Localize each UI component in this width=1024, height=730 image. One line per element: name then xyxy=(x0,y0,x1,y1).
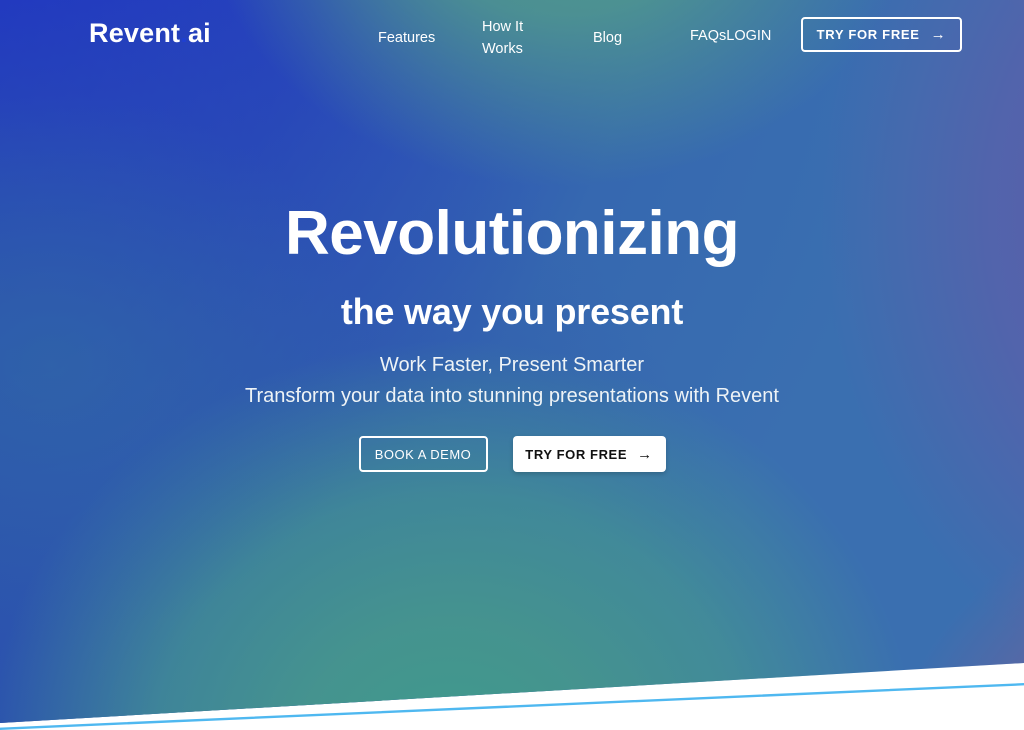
brand-name: Revent xyxy=(89,18,181,48)
nav-link-how-it-works[interactable]: How It Works xyxy=(482,16,530,60)
arrow-right-icon: → xyxy=(930,26,947,43)
hero-headline: Revolutionizing xyxy=(284,199,740,268)
hero-try-for-free-label: TRY FOR FREE xyxy=(525,446,628,462)
brand-logo[interactable]: Revent.ai xyxy=(89,18,211,49)
nav-secondary-links: FAQs LOGIN xyxy=(690,27,771,45)
nav-link-features[interactable]: Features xyxy=(378,27,435,49)
hero-subheadline: the way you present xyxy=(340,291,684,332)
top-navigation-bar: Revent.ai Features How It Works Blog FAQ… xyxy=(0,0,1024,68)
arrow-right-icon: → xyxy=(637,445,653,463)
brand-dot: . xyxy=(180,18,188,48)
book-a-demo-button[interactable]: BOOK A DEMO xyxy=(358,436,488,472)
nav-link-faqs[interactable]: FAQs xyxy=(690,27,726,45)
nav-link-login[interactable]: LOGIN xyxy=(726,27,771,45)
hero-lead-line-2: Transform your data into stunning presen… xyxy=(245,385,779,407)
landing-page: Revent.ai Features How It Works Blog FAQ… xyxy=(0,0,1024,730)
brand-suffix: ai xyxy=(187,18,211,48)
nav-try-for-free-label: TRY FOR FREE xyxy=(816,27,920,42)
hero-cta-row: BOOK A DEMO TRY FOR FREE → xyxy=(0,436,1024,472)
nav-link-blog[interactable]: Blog xyxy=(593,27,622,49)
book-a-demo-label: BOOK A DEMO xyxy=(374,446,472,462)
hero-lead-line-1: Work Faster, Present Smarter xyxy=(379,354,645,376)
hero-try-for-free-button[interactable]: TRY FOR FREE → xyxy=(512,436,666,472)
nav-try-for-free-button[interactable]: TRY FOR FREE → xyxy=(801,17,962,52)
